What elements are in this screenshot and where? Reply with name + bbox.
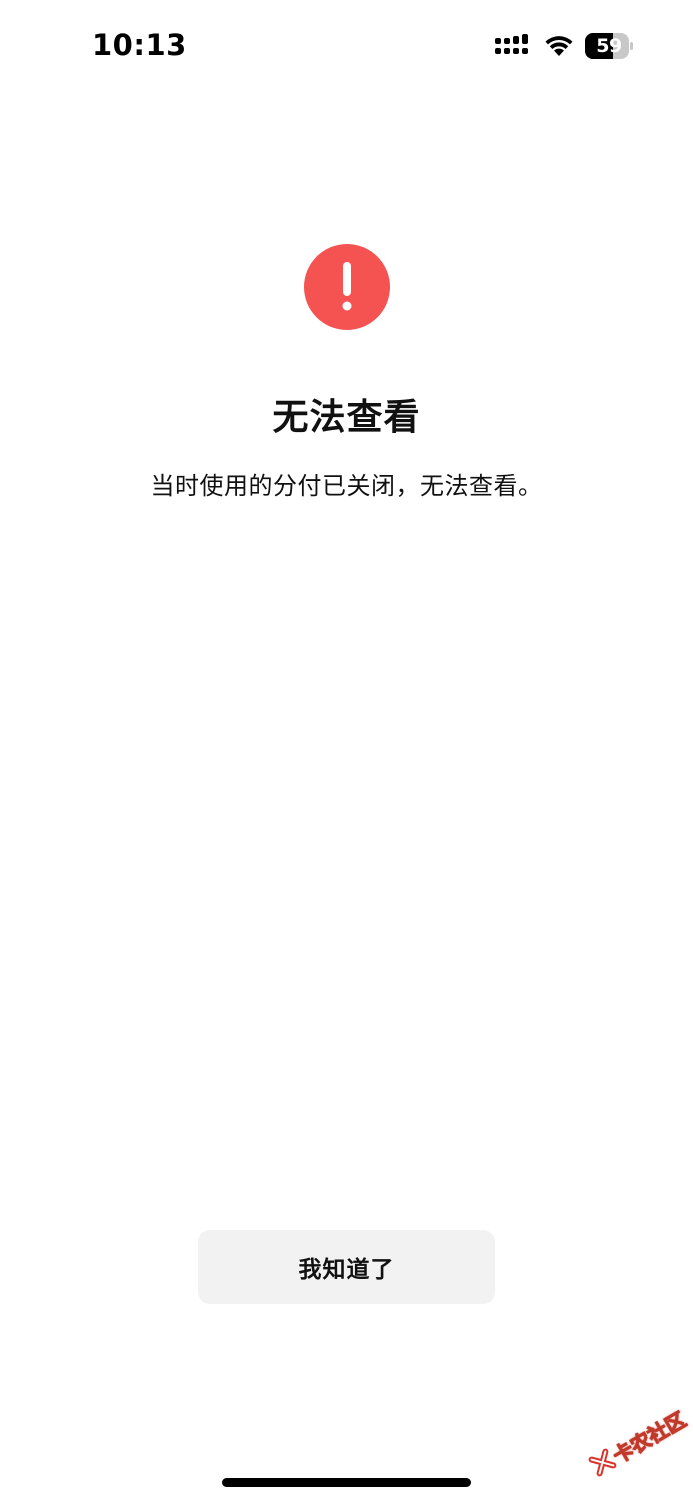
status-bar: 10:13 59 [0, 0, 693, 90]
wifi-icon [545, 36, 573, 56]
ok-button[interactable]: 我知道了 [198, 1230, 495, 1304]
watermark: 卡农社区 [573, 1381, 693, 1500]
status-icons: 59 [495, 32, 633, 60]
page-title: 无法查看 [272, 397, 421, 438]
page-message: 当时使用的分付已关闭，无法查看。 [150, 472, 543, 500]
screen: 10:13 59 无法查看 当时使用的分付已关闭，无法查看。 我知道了 卡农社区 [0, 0, 693, 1500]
exclamation-alert-icon [304, 244, 390, 330]
status-time: 10:13 [92, 28, 187, 62]
battery: 59 [585, 33, 633, 59]
home-indicator[interactable] [222, 1478, 471, 1487]
battery-level: 59 [596, 35, 622, 57]
signal-icon [495, 34, 528, 54]
watermark-text: 卡农社区 [608, 1406, 690, 1468]
